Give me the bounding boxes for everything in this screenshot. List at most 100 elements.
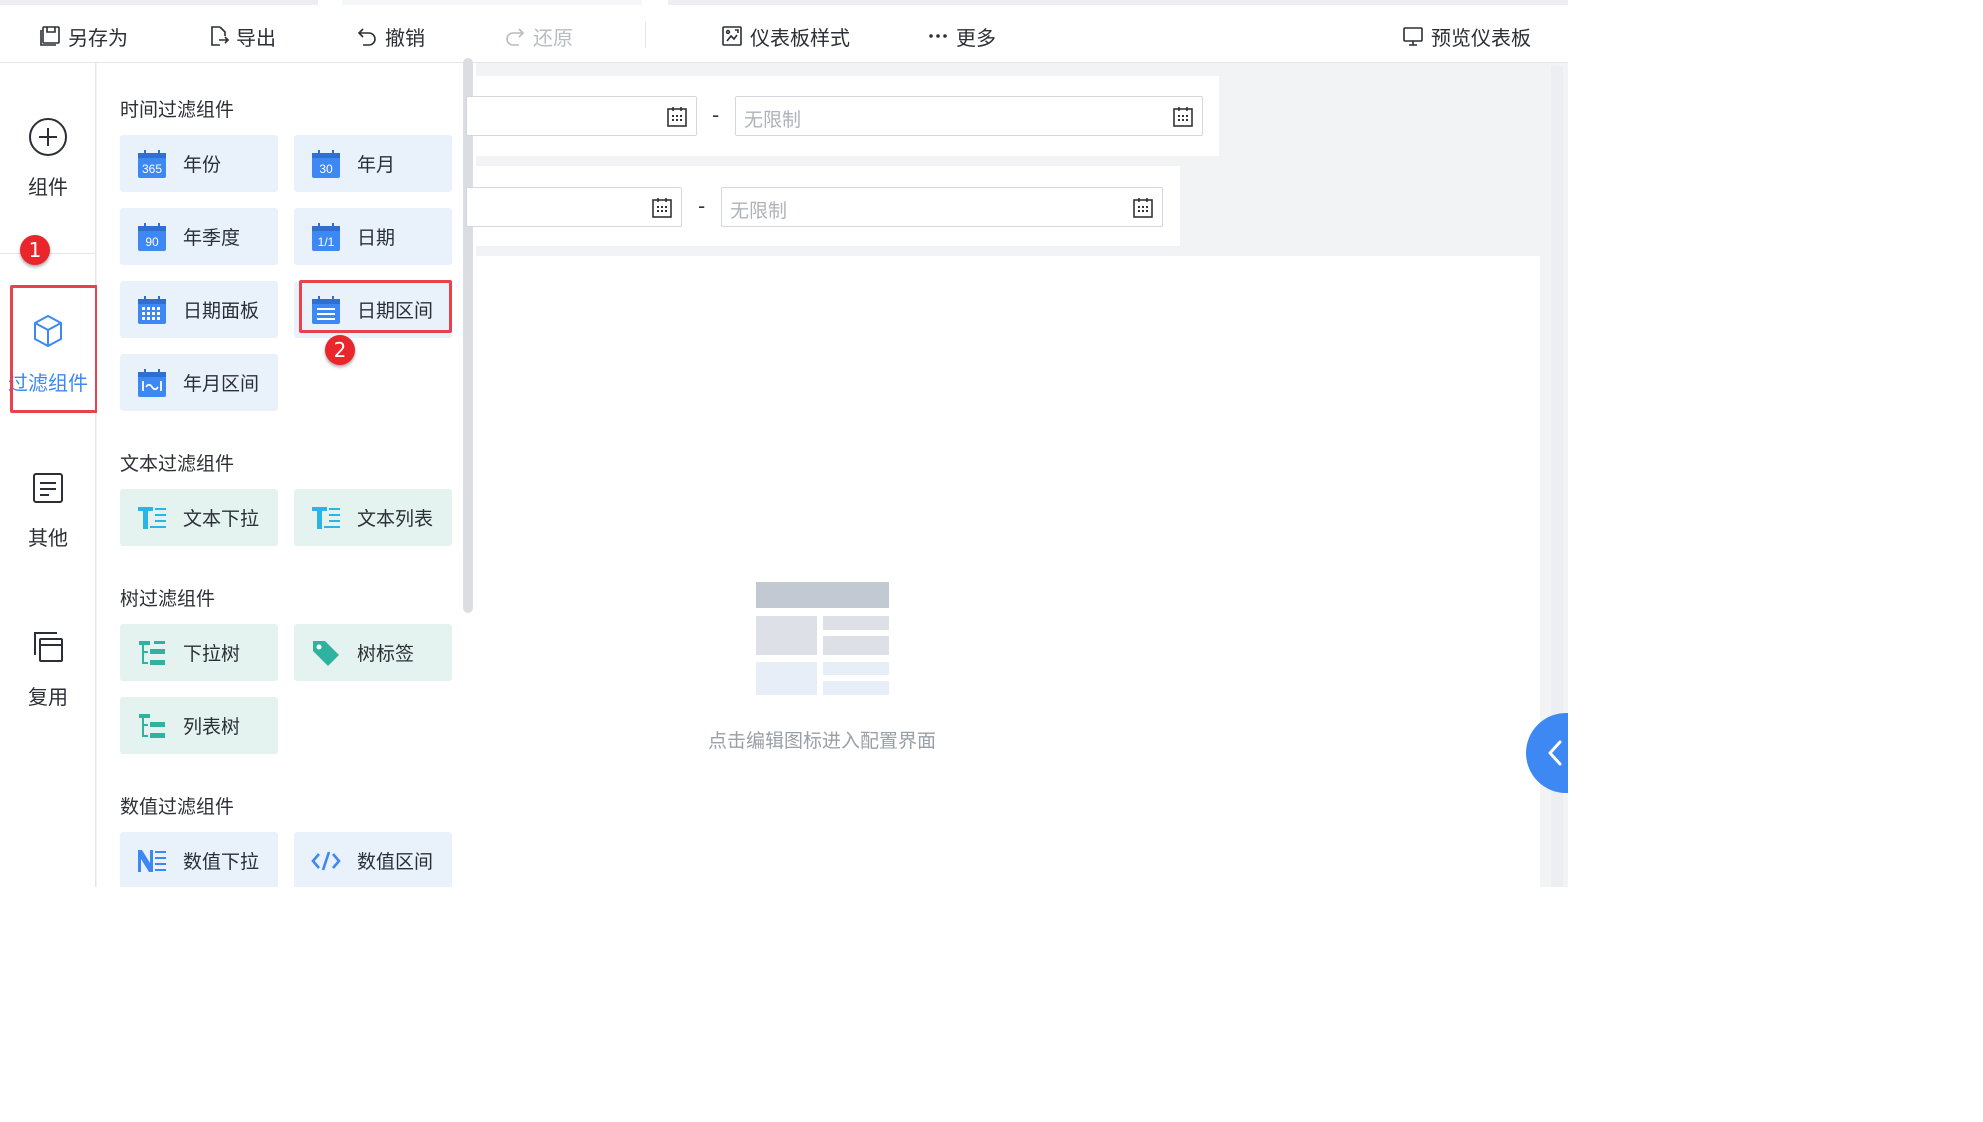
component-text-dropdown-label: 文本下拉 [183, 508, 260, 530]
range-separator: - [712, 103, 720, 127]
component-dropdown-tree[interactable]: 下拉树 [120, 624, 278, 681]
rail-label-reuse: 复用 [28, 685, 68, 709]
start-date-input[interactable] [466, 96, 697, 136]
panel-scrollbar[interactable] [463, 58, 473, 613]
calendar-365-icon: 365 [138, 149, 166, 178]
section-title-number-filter: 数值过滤组件 [120, 796, 235, 818]
component-year-month-range-label: 年月区间 [183, 373, 260, 395]
undo-label: 撤销 [385, 25, 425, 50]
empty-widget-area[interactable] [476, 256, 1540, 887]
end-date-input[interactable]: 无限制 [721, 187, 1163, 227]
save-as-icon [40, 26, 60, 46]
end-date-input[interactable]: 无限制 [735, 96, 1203, 136]
component-list-tree[interactable]: 列表树 [120, 697, 278, 754]
step-badge-1: 1 [20, 235, 50, 265]
calendar-icon[interactable] [665, 105, 689, 129]
document-list-icon [33, 473, 63, 503]
number-dropdown-icon [138, 849, 166, 872]
dashboard-editor: 另存为 导出 撤销 还原 仪表板样式 更多 预览仪表板 组件 过滤组件 其他 复… [0, 0, 1568, 887]
component-date-panel[interactable]: 日期面板 [120, 281, 278, 338]
start-date-input[interactable] [466, 187, 682, 227]
list-tree-icon [139, 713, 165, 738]
component-year-quarter-label: 年季度 [183, 227, 241, 249]
component-year-quarter[interactable]: 90 年季度 [120, 208, 278, 265]
rail-item-components[interactable]: 组件 [0, 115, 96, 200]
copy-stack-icon [34, 632, 63, 662]
component-date[interactable]: 1/1 日期 [294, 208, 452, 265]
dashboard-style-button[interactable]: 仪表板样式 [720, 22, 850, 50]
end-date-placeholder: 无限制 [730, 200, 788, 222]
component-text-dropdown[interactable]: 文本下拉 [120, 489, 278, 546]
component-tree-tag[interactable]: 树标签 [294, 624, 452, 681]
tag-icon [313, 640, 339, 666]
preview-label: 预览仪表板 [1431, 25, 1531, 50]
rail-item-reuse[interactable]: 复用 [0, 625, 96, 710]
range-separator: - [698, 194, 706, 218]
calendar-icon[interactable] [650, 196, 674, 220]
redo-button[interactable]: 还原 [503, 22, 573, 50]
toolbar-tab-strip [342, 0, 642, 5]
calendar-number: 365 [142, 162, 162, 176]
component-year-month-label: 年月 [357, 154, 396, 176]
component-year-month[interactable]: 30 年月 [294, 135, 452, 192]
calendar-icon[interactable] [1171, 105, 1195, 129]
component-dropdown-tree-label: 下拉树 [183, 643, 241, 665]
more-button[interactable]: 更多 [926, 22, 996, 50]
code-brackets-icon [311, 851, 341, 870]
component-number-dropdown-label: 数值下拉 [183, 851, 260, 873]
component-number-range[interactable]: 数值区间 [294, 832, 452, 887]
dashboard-style-label: 仪表板样式 [750, 25, 850, 50]
export-label: 导出 [236, 25, 276, 50]
calendar-90-icon: 90 [138, 222, 166, 251]
toolbar-divider [645, 22, 646, 48]
preview-dashboard-button[interactable]: 预览仪表板 [1401, 22, 1531, 50]
calendar-day-icon: 1/1 [312, 222, 340, 251]
export-icon [211, 26, 230, 46]
section-title-time-filter: 时间过滤组件 [120, 99, 235, 121]
tree-icon [139, 640, 165, 665]
end-date-placeholder: 无限制 [744, 109, 802, 131]
empty-hint-text: 点击编辑图标进入配置界面 [708, 730, 937, 752]
calendar-number: 1/1 [318, 235, 335, 249]
calendar-number: 90 [145, 235, 159, 249]
toolbar-tab-strip [668, 0, 1568, 5]
text-list-icon [312, 506, 340, 529]
component-tree-tag-label: 树标签 [357, 643, 415, 665]
calendar-30-icon: 30 [312, 149, 340, 178]
component-date-panel-label: 日期面板 [183, 300, 260, 322]
rail-item-other[interactable]: 其他 [0, 466, 96, 551]
calendar-number: 30 [319, 162, 333, 176]
plus-circle-icon [29, 118, 67, 156]
palette-icon [722, 26, 742, 46]
date-range-filter-widget-1[interactable]: - 无限制 [466, 76, 1219, 156]
calendar-grid-icon [138, 295, 166, 324]
undo-button[interactable]: 撤销 [355, 22, 425, 50]
save-as-button[interactable]: 另存为 [38, 22, 128, 50]
export-button[interactable]: 导出 [206, 22, 276, 50]
section-title-text-filter: 文本过滤组件 [120, 453, 235, 475]
monitor-icon [1403, 27, 1423, 46]
component-year-month-range[interactable]: 年月区间 [120, 354, 278, 411]
rail-label-other: 其他 [28, 526, 68, 550]
redo-label: 还原 [533, 25, 573, 50]
step-badge-2: 2 [325, 335, 355, 365]
ellipsis-icon [929, 34, 947, 38]
calendar-icon[interactable] [1131, 196, 1155, 220]
component-year[interactable]: 365 年份 [120, 135, 278, 192]
more-label: 更多 [956, 25, 996, 50]
component-year-label: 年份 [183, 154, 222, 176]
toolbar-tab-strip [0, 0, 318, 5]
date-range-filter-widget-2[interactable]: - 无限制 [466, 166, 1180, 246]
component-text-list[interactable]: 文本列表 [294, 489, 452, 546]
component-number-range-label: 数值区间 [357, 851, 434, 873]
top-toolbar: 另存为 导出 撤销 还原 仪表板样式 更多 预览仪表板 [0, 0, 1568, 63]
component-date-label: 日期 [357, 227, 396, 249]
chevron-left-icon [1548, 740, 1562, 766]
section-title-tree-filter: 树过滤组件 [120, 588, 216, 610]
redo-icon [506, 28, 525, 46]
save-as-label: 另存为 [68, 25, 128, 50]
left-rail: 组件 过滤组件 其他 复用 [0, 63, 96, 887]
component-list-tree-label: 列表树 [183, 716, 241, 738]
component-number-dropdown[interactable]: 数值下拉 [120, 832, 278, 887]
component-text-list-label: 文本列表 [357, 508, 434, 530]
